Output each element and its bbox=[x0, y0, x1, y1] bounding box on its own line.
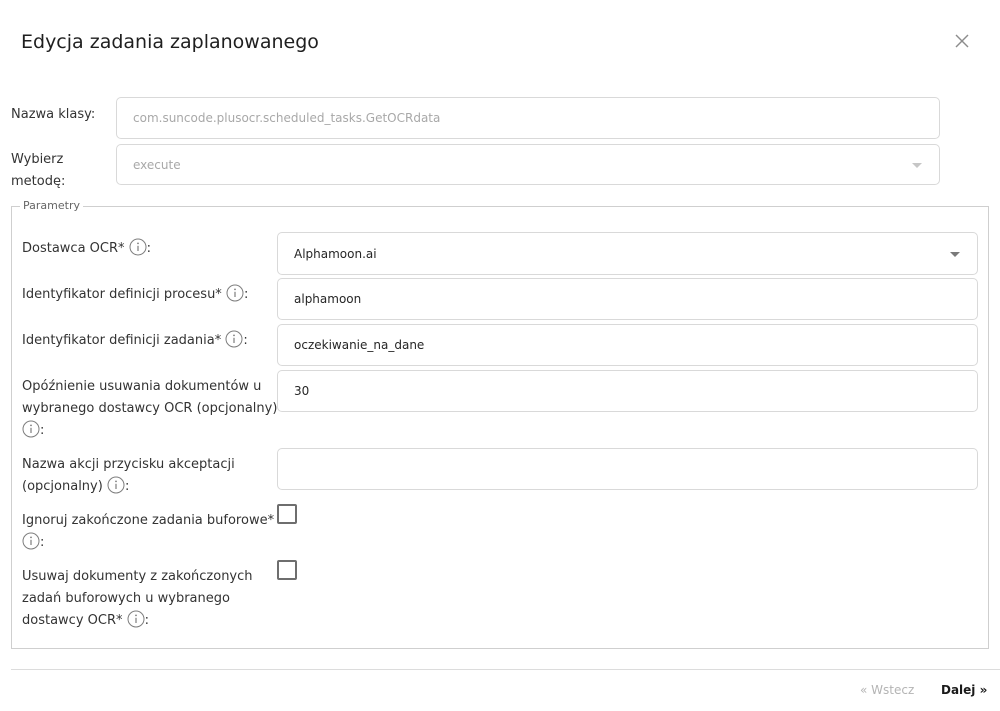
process-definition-id-input[interactable] bbox=[277, 278, 978, 320]
ignore-finished-label-suffix: : bbox=[40, 535, 45, 550]
ocr-provider-select[interactable]: Alphamoon.ai bbox=[277, 232, 978, 275]
info-icon[interactable] bbox=[129, 238, 147, 256]
delete-delay-label: Opóźnienie usuwania dokumentów u wybrane… bbox=[22, 376, 277, 442]
accept-action-name-label-line2: (opcjonalny) bbox=[22, 479, 103, 494]
chevron-down-icon bbox=[912, 162, 922, 168]
info-icon[interactable] bbox=[225, 330, 243, 348]
delete-delay-field[interactable] bbox=[294, 384, 961, 398]
next-button[interactable]: Dalej » bbox=[941, 683, 987, 697]
task-definition-id-input[interactable] bbox=[277, 324, 978, 366]
method-value: execute bbox=[133, 157, 181, 172]
ocr-provider-label-text: Dostawca OCR* bbox=[22, 241, 125, 256]
ocr-provider-label-suffix: : bbox=[146, 241, 152, 256]
delete-delay-label-suffix: : bbox=[40, 423, 45, 438]
method-label-line1: Wybierz bbox=[11, 152, 64, 167]
delete-documents-checkbox[interactable] bbox=[277, 560, 297, 580]
task-definition-id-label-suffix: : bbox=[243, 333, 248, 348]
method-select[interactable]: execute bbox=[116, 144, 940, 185]
info-icon[interactable] bbox=[107, 476, 125, 494]
accept-action-name-label-line1: Nazwa akcji przycisku akceptacji bbox=[22, 457, 235, 472]
delete-documents-label-line1: Usuwaj dokumenty z zakończonych bbox=[22, 569, 253, 584]
delete-documents-label-line3: dostawcy OCR* bbox=[22, 613, 123, 628]
ignore-finished-checkbox[interactable] bbox=[277, 504, 297, 524]
accept-action-name-label: Nazwa akcji przycisku akceptacji (opcjon… bbox=[22, 454, 235, 498]
task-definition-id-label-text: Identyfikator definicji zadania* bbox=[22, 333, 222, 348]
accept-action-name-input[interactable] bbox=[277, 448, 978, 490]
accept-action-name-label-suffix: : bbox=[124, 479, 130, 494]
delete-delay-label-line2: wybranego dostawcy OCR (opcjonalny) bbox=[22, 401, 278, 416]
delete-documents-label-suffix: : bbox=[144, 613, 150, 628]
close-icon bbox=[955, 34, 969, 48]
dialog-title: Edycja zadania zaplanowanego bbox=[21, 31, 319, 53]
accept-action-name-field[interactable] bbox=[294, 462, 961, 476]
footer-divider bbox=[11, 669, 1000, 670]
info-icon[interactable] bbox=[22, 532, 40, 550]
info-icon[interactable] bbox=[226, 284, 244, 302]
task-definition-id-field[interactable] bbox=[294, 338, 961, 352]
back-button[interactable]: « Wstecz bbox=[860, 683, 914, 697]
process-definition-id-label-text: Identyfikator definicji procesu* bbox=[22, 287, 222, 302]
delete-documents-label-line2: zadań buforowych u wybranego bbox=[22, 591, 230, 606]
class-name-value: com.suncode.plusocr.scheduled_tasks.GetO… bbox=[133, 111, 441, 125]
close-button[interactable] bbox=[951, 30, 973, 52]
process-definition-id-label: Identyfikator definicji procesu* : bbox=[22, 284, 248, 306]
edit-scheduled-task-dialog: Edycja zadania zaplanowanego Nazwa klasy… bbox=[0, 0, 1000, 711]
delete-delay-input[interactable] bbox=[277, 370, 978, 412]
parameters-legend: Parametry bbox=[20, 199, 83, 213]
method-label: Wybierz metodę: bbox=[11, 149, 65, 193]
process-definition-id-field[interactable] bbox=[294, 292, 961, 306]
class-name-label: Nazwa klasy: bbox=[11, 107, 96, 122]
delete-documents-label: Usuwaj dokumenty z zakończonych zadań bu… bbox=[22, 566, 253, 632]
chevron-down-icon bbox=[950, 251, 960, 257]
info-icon[interactable] bbox=[22, 420, 40, 438]
process-definition-id-label-suffix: : bbox=[243, 287, 249, 302]
ocr-provider-value: Alphamoon.ai bbox=[294, 246, 377, 261]
method-label-line2: metodę: bbox=[11, 174, 66, 189]
ignore-finished-label: Ignoruj zakończone zadania buforowe* : bbox=[22, 510, 274, 554]
task-definition-id-label: Identyfikator definicji zadania* : bbox=[22, 330, 248, 352]
ignore-finished-label-text: Ignoruj zakończone zadania buforowe* bbox=[22, 513, 275, 528]
ocr-provider-label: Dostawca OCR* : bbox=[22, 238, 151, 260]
class-name-input[interactable]: com.suncode.plusocr.scheduled_tasks.GetO… bbox=[116, 97, 940, 139]
delete-delay-label-line1: Opóźnienie usuwania dokumentów u bbox=[22, 379, 262, 394]
info-icon[interactable] bbox=[127, 610, 145, 628]
